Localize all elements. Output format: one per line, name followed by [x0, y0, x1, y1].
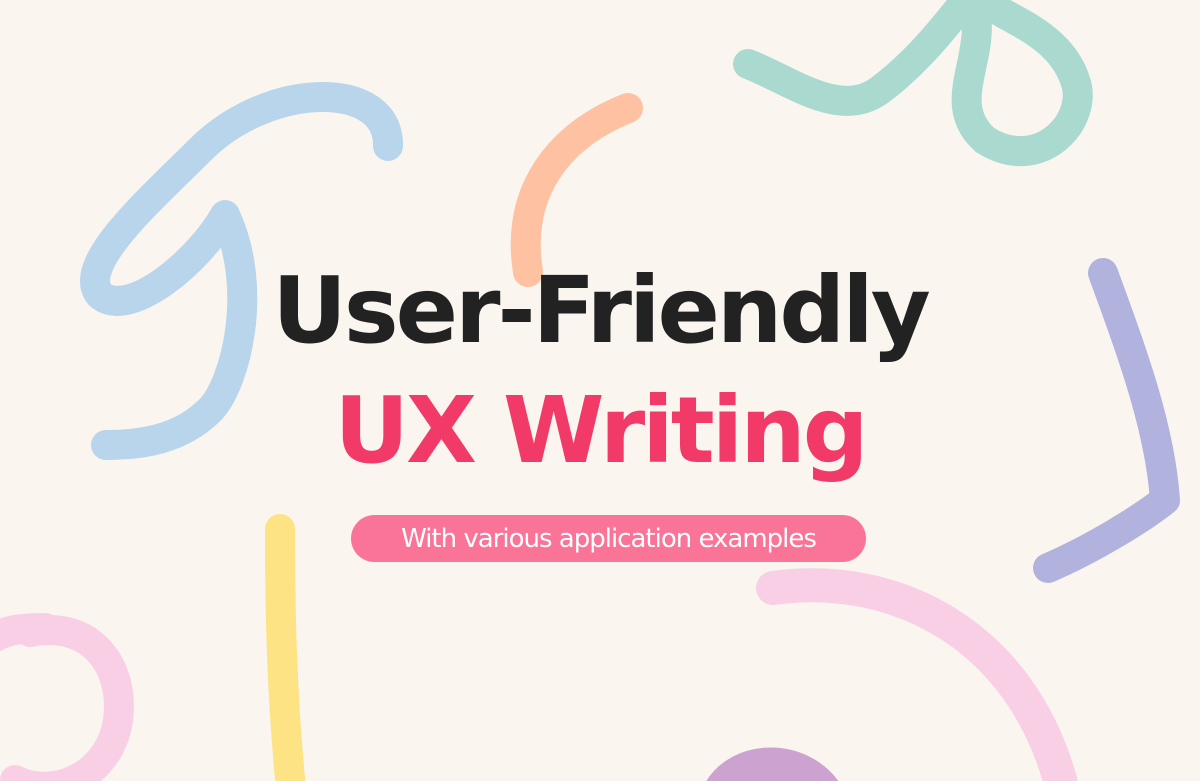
pink-circle	[0, 615, 134, 781]
pink-circle-top	[0, 613, 60, 652]
violet-blob	[706, 747, 839, 781]
subtitle-badge: With various application examples	[351, 515, 866, 562]
teal-squiggle	[733, 0, 1093, 167]
pink-arc	[756, 568, 1078, 781]
orange-arc	[510, 93, 643, 287]
title-line-ux-writing: UX Writing	[334, 377, 868, 484]
subtitle-text: With various application examples	[401, 523, 817, 554]
banner-canvas: User-Friendly UX Writing With various ap…	[0, 0, 1200, 781]
yellow-line	[265, 514, 306, 781]
title-line-user-friendly: User-Friendly	[272, 257, 931, 364]
